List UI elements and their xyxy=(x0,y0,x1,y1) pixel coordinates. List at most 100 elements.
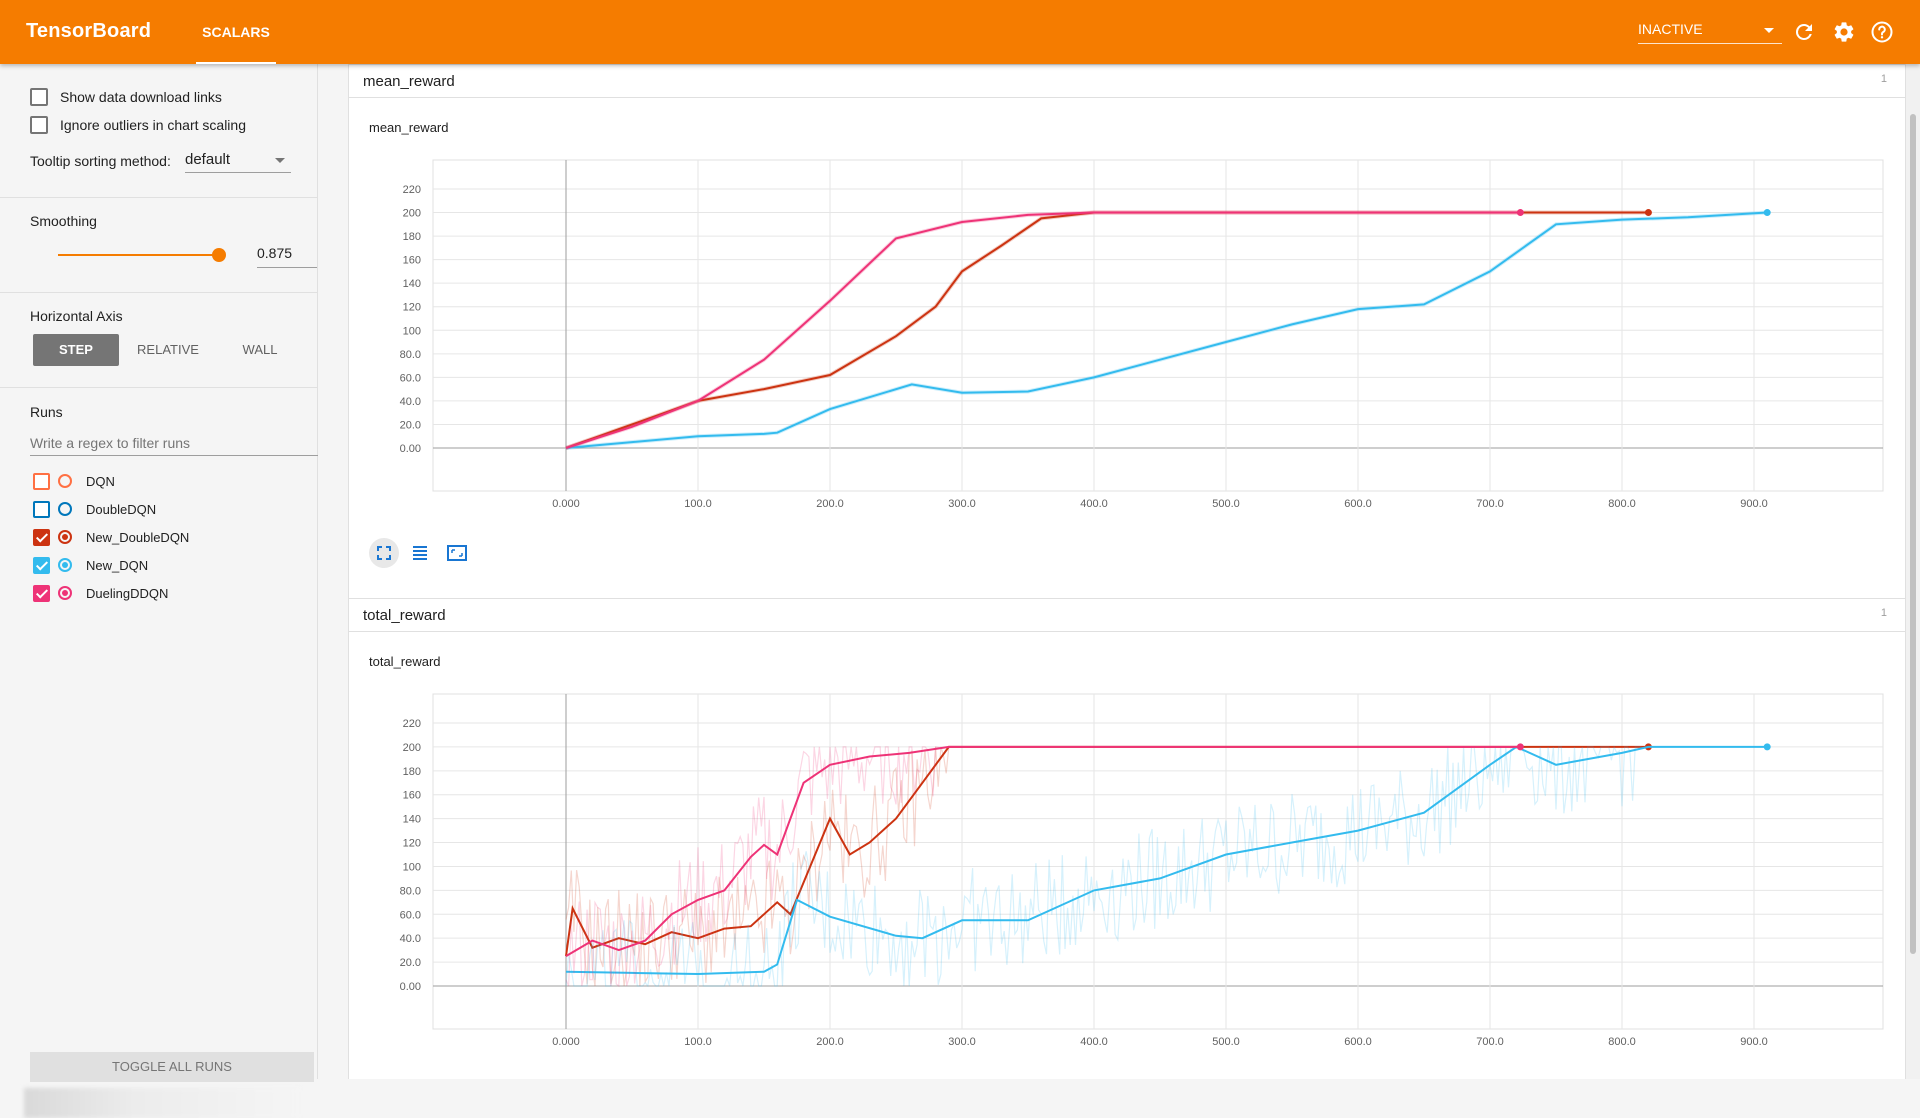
y-tick-label: 60.0 xyxy=(400,909,421,921)
tooltip-sorting-label: Tooltip sorting method: xyxy=(30,153,171,169)
axis-wall-button[interactable]: WALL xyxy=(217,334,303,366)
ignore-outliers-checkbox[interactable] xyxy=(30,116,48,134)
tooltip-sorting-select[interactable]: default xyxy=(185,147,291,173)
y-tick-label: 100 xyxy=(403,861,421,873)
run-checkbox[interactable] xyxy=(33,528,50,546)
run-color-circle[interactable] xyxy=(58,502,72,516)
smoothing-slider-track[interactable] xyxy=(58,254,218,256)
y-tick-label: 180 xyxy=(403,766,421,778)
x-tick-label: 700.0 xyxy=(1476,498,1504,508)
x-tick-label: 700.0 xyxy=(1476,1036,1504,1048)
run-checkbox[interactable] xyxy=(33,500,50,518)
fit-domain-icon xyxy=(446,545,467,561)
series-end-point xyxy=(1763,743,1771,751)
x-tick-label: 200.0 xyxy=(816,1036,844,1048)
run-checkbox[interactable] xyxy=(33,584,50,602)
y-tick-label: 200 xyxy=(403,742,421,754)
x-tick-label: 900.0 xyxy=(1740,1036,1768,1048)
y-tick-label: 140 xyxy=(403,814,421,826)
x-tick-label: 0.000 xyxy=(552,1036,580,1048)
run-checkbox[interactable] xyxy=(33,472,50,490)
run-label: DoubleDQN xyxy=(86,501,157,517)
y-tick-label: 100 xyxy=(403,325,421,337)
app-brand: TensorBoard xyxy=(26,20,152,42)
run-color-dot xyxy=(62,590,68,596)
run-color-circle[interactable] xyxy=(58,530,72,544)
y-tick-label: 0.00 xyxy=(400,981,421,993)
series-end-point xyxy=(1644,209,1652,217)
run-color-circle[interactable] xyxy=(58,558,72,572)
x-tick-label: 300.0 xyxy=(948,498,976,508)
y-tick-label: 120 xyxy=(403,302,421,314)
fit-domain-button[interactable] xyxy=(442,538,472,568)
horizontal-axis-label: Horizontal Axis xyxy=(30,308,123,324)
run-item[interactable]: New_DoubleDQN xyxy=(33,528,189,546)
log-scale-button[interactable] xyxy=(405,538,435,568)
show-download-option[interactable]: Show data download links xyxy=(30,87,222,107)
app-header: TensorBoard SCALARS INACTIVE xyxy=(0,0,1920,64)
run-item[interactable]: DoubleDQN xyxy=(33,500,156,518)
x-tick-label: 100.0 xyxy=(684,498,712,508)
y-tick-label: 40.0 xyxy=(400,396,421,408)
y-tick-label: 80.0 xyxy=(400,885,421,897)
card-body-total-reward: total_reward 0.00 20.0 40.0 60.0 80.0 100 120 1… xyxy=(348,632,1906,1079)
smoothing-value-input[interactable]: 0.875 xyxy=(257,242,317,268)
fullscreen-icon xyxy=(377,546,391,560)
series-end-point xyxy=(1516,209,1524,217)
x-tick-label: 500.0 xyxy=(1212,1036,1240,1048)
smoothing-slider-thumb[interactable] xyxy=(212,248,226,262)
toggle-all-runs-button[interactable]: TOGGLE ALL RUNS xyxy=(30,1052,314,1082)
ignore-outliers-option[interactable]: Ignore outliers in chart scaling xyxy=(30,115,246,135)
show-download-checkbox[interactable] xyxy=(30,88,48,106)
status-dropdown-value: INACTIVE xyxy=(1638,21,1703,37)
card-body-mean-reward: mean_reward 0.00 20.0 40.0 60.0 80.0 100 120 14… xyxy=(348,98,1906,598)
ignore-outliers-label: Ignore outliers in chart scaling xyxy=(60,117,246,133)
runs-filter-input[interactable]: Write a regex to filter runs xyxy=(30,430,318,456)
run-color-circle[interactable] xyxy=(58,586,72,600)
x-tick-label: 0.000 xyxy=(552,498,580,508)
y-tick-label: 180 xyxy=(403,231,421,243)
y-tick-label: 160 xyxy=(403,790,421,802)
y-tick-label: 160 xyxy=(403,255,421,267)
fullscreen-button[interactable] xyxy=(369,538,399,568)
y-tick-label: 120 xyxy=(403,838,421,850)
run-color-dot xyxy=(62,562,68,568)
show-download-label: Show data download links xyxy=(60,89,222,105)
x-tick-label: 400.0 xyxy=(1080,498,1108,508)
card-title: mean_reward xyxy=(363,73,455,90)
chevron-down-icon xyxy=(275,158,285,163)
chart-total-reward[interactable]: 0.00 20.0 40.0 60.0 80.0 100 120 140 160 180 200 22… xyxy=(349,682,1905,1082)
help-icon[interactable] xyxy=(1870,20,1894,44)
run-checkbox[interactable] xyxy=(33,556,50,574)
divider xyxy=(0,197,318,198)
gear-icon[interactable] xyxy=(1832,20,1856,44)
status-dropdown[interactable]: INACTIVE xyxy=(1638,14,1782,44)
x-tick-label: 600.0 xyxy=(1344,1036,1372,1048)
y-tick-label: 220 xyxy=(403,718,421,730)
axis-step-button[interactable]: STEP xyxy=(33,334,119,366)
refresh-icon[interactable] xyxy=(1792,20,1816,44)
scrollbar-thumb[interactable] xyxy=(1910,114,1916,954)
x-tick-label: 300.0 xyxy=(948,1036,976,1048)
tab-scalars[interactable]: SCALARS xyxy=(196,0,276,64)
y-tick-label: 20.0 xyxy=(400,957,421,969)
run-color-circle[interactable] xyxy=(58,474,72,488)
card-header-mean-reward[interactable]: mean_reward 1 xyxy=(348,64,1906,98)
axis-relative-button[interactable]: RELATIVE xyxy=(125,334,211,366)
list-icon xyxy=(413,546,428,560)
main-content: mean_reward 1 mean_reward 0.00 20.0 40.0 60… xyxy=(348,64,1906,1079)
chart-mean-reward[interactable]: 0.00 20.0 40.0 60.0 80.0 100 120 140 160 180 200 22… xyxy=(349,148,1905,508)
tab-underline xyxy=(196,62,276,64)
run-item[interactable]: DQN xyxy=(33,472,115,490)
card-header-total-reward[interactable]: total_reward 1 xyxy=(348,598,1906,632)
x-tick-label: 800.0 xyxy=(1608,498,1636,508)
run-item[interactable]: New_DQN xyxy=(33,556,148,574)
y-tick-label: 220 xyxy=(403,184,421,196)
y-tick-label: 20.0 xyxy=(400,419,421,431)
run-label: DuelingDDQN xyxy=(86,585,169,601)
page-scrollbar[interactable] xyxy=(1906,64,1920,1079)
run-item[interactable]: DuelingDDQN xyxy=(33,584,168,602)
y-tick-label: 80.0 xyxy=(400,349,421,361)
run-label: New_DoubleDQN xyxy=(86,529,190,545)
chart-actions xyxy=(369,538,474,573)
